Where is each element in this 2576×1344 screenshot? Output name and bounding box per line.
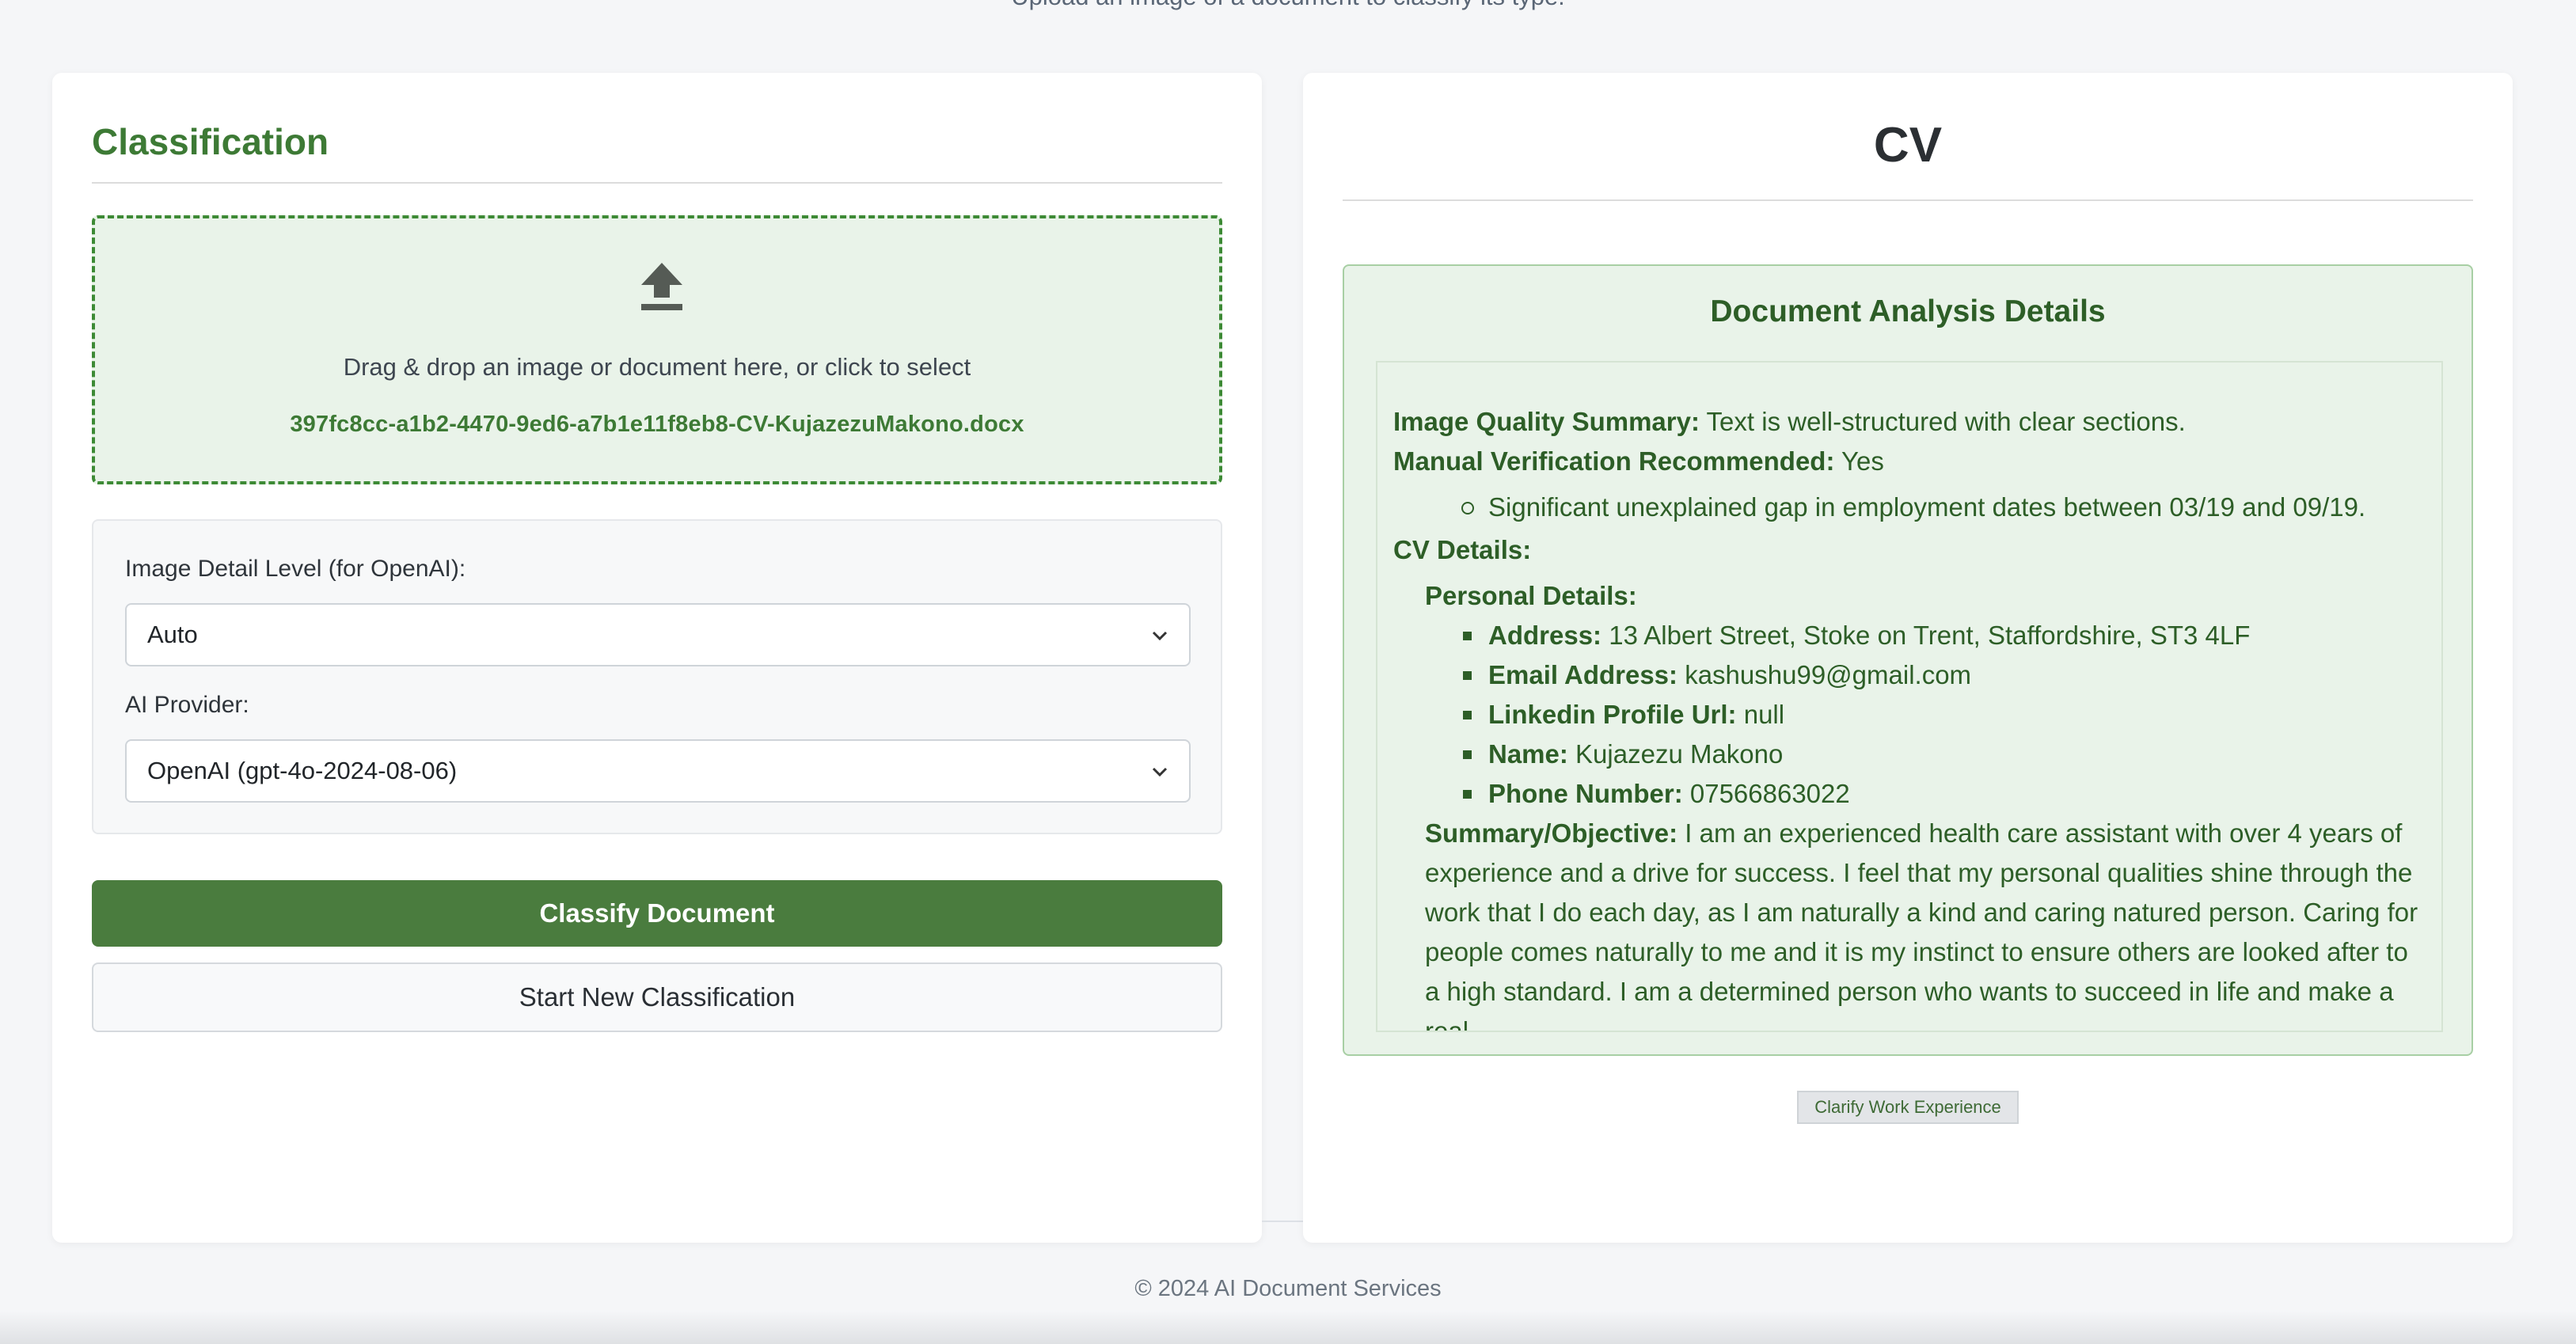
ai-provider-value: OpenAI (gpt-4o-2024-08-06): [147, 757, 458, 784]
classification-title: Classification: [92, 121, 329, 162]
result-card: CV Document Analysis Details Image Quali…: [1303, 73, 2513, 1243]
verification-reason-item: Significant unexplained gap in employmen…: [1393, 488, 2426, 527]
detail-label: Phone Number:: [1488, 779, 1683, 808]
dropzone-prompt: Drag & drop an image or document here, o…: [343, 353, 971, 381]
summary-objective: Summary/Objective: I am an experienced h…: [1393, 814, 2426, 1032]
summary-label: Summary/Objective:: [1425, 818, 1678, 848]
card-gap-line: [1262, 1221, 1303, 1222]
quality-value: Text is well-structured with clear secti…: [1706, 407, 2186, 436]
bottom-shade: [0, 1311, 2576, 1344]
detail-value: kashushu99@gmail.com: [1685, 660, 1972, 689]
clarify-work-experience-button[interactable]: Clarify Work Experience: [1797, 1091, 2019, 1124]
cv-details-label: CV Details:: [1393, 535, 1532, 564]
cv-details-heading: CV Details:: [1393, 530, 2426, 570]
personal-details-label: Personal Details:: [1425, 581, 1637, 610]
classification-card: Classification Drag & drop an image or d…: [52, 73, 1262, 1243]
detail-label: Address:: [1488, 621, 1602, 650]
detail-value: 13 Albert Street, Stoke on Trent, Staffo…: [1609, 621, 2251, 650]
start-new-classification-button[interactable]: Start New Classification: [92, 962, 1222, 1032]
personal-details-heading: Personal Details:: [1393, 576, 2426, 616]
analysis-scroll-area[interactable]: Image Quality Summary: Text is well-stru…: [1376, 361, 2443, 1032]
quality-summary: Image Quality Summary: Text is well-stru…: [1393, 402, 2426, 442]
detail-label: Name:: [1488, 739, 1568, 769]
image-detail-select[interactable]: Auto: [125, 603, 1191, 666]
personal-detail-item: Address: 13 Albert Street, Stoke on Tren…: [1393, 616, 2426, 655]
options-panel: Image Detail Level (for OpenAI): Auto AI…: [92, 519, 1222, 834]
file-dropzone[interactable]: Drag & drop an image or document here, o…: [92, 215, 1222, 484]
classify-document-button[interactable]: Classify Document: [92, 880, 1222, 947]
image-detail-label: Image Detail Level (for OpenAI):: [125, 556, 466, 582]
selected-file-name: 397fc8cc-a1b2-4470-9ed6-a7b1e11f8eb8-CV-…: [290, 412, 1024, 437]
personal-detail-item: Name: Kujazezu Makono: [1393, 735, 2426, 774]
analysis-title: Document Analysis Details: [1710, 294, 2106, 328]
verification-value: Yes: [1841, 446, 1884, 476]
ai-provider-label: AI Provider:: [125, 692, 249, 718]
verification-recommended: Manual Verification Recommended: Yes: [1393, 442, 2426, 481]
detail-value: 07566863022: [1689, 779, 1850, 808]
upload-icon: [641, 263, 682, 310]
analysis-panel: Document Analysis Details Image Quality …: [1343, 264, 2473, 1056]
footer-copyright: © 2024 AI Document Services: [1134, 1276, 1442, 1301]
summary-text: I am an experienced health care assistan…: [1425, 818, 2418, 1032]
personal-detail-item: Email Address: kashushu99@gmail.com: [1393, 655, 2426, 695]
personal-detail-item: Phone Number: 07566863022: [1393, 774, 2426, 814]
document-type-heading: CV: [1873, 118, 1943, 173]
result-divider: [1343, 199, 2473, 201]
detail-label: Linkedin Profile Url:: [1488, 700, 1737, 729]
detail-value: Kujazezu Makono: [1575, 739, 1784, 769]
chevron-down-icon: [1152, 767, 1168, 777]
image-detail-value: Auto: [147, 621, 198, 648]
page-subtitle: Upload an image of a document to classif…: [0, 0, 2576, 11]
chevron-down-icon: [1152, 631, 1168, 641]
detail-label: Email Address:: [1488, 660, 1678, 689]
ai-provider-select[interactable]: OpenAI (gpt-4o-2024-08-06): [125, 739, 1191, 803]
quality-label: Image Quality Summary:: [1393, 407, 1700, 436]
detail-value: null: [1743, 700, 1785, 729]
personal-detail-item: Linkedin Profile Url: null: [1393, 695, 2426, 735]
verification-label: Manual Verification Recommended:: [1393, 446, 1835, 476]
title-divider: [92, 182, 1222, 184]
